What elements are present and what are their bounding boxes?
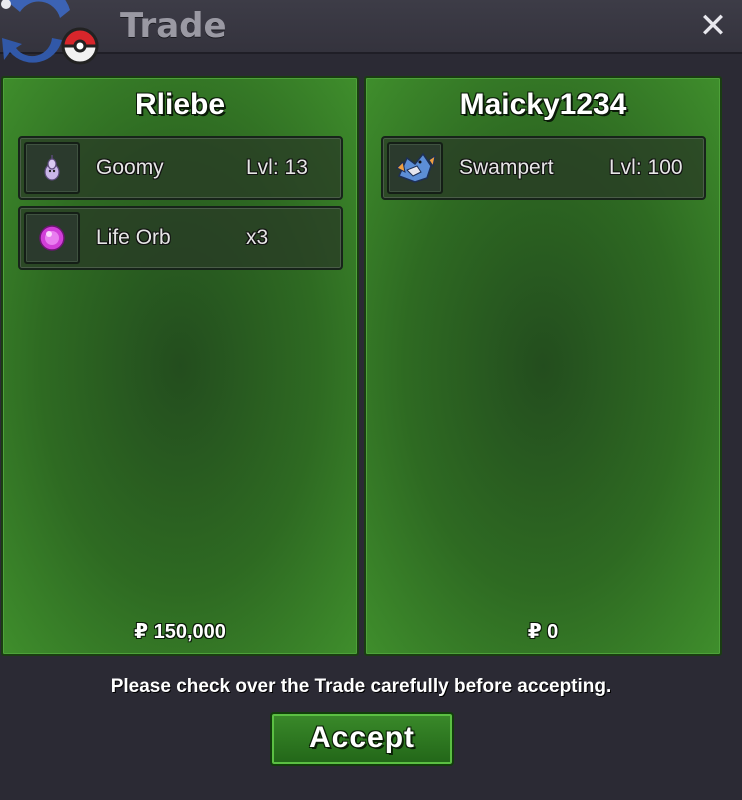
item-level: Lvl: 100 xyxy=(609,156,683,179)
offer-item-row[interactable]: Goomy Lvl: 13 xyxy=(18,136,343,200)
item-name: Swampert xyxy=(459,156,554,179)
accept-button[interactable]: Accept xyxy=(270,712,454,766)
right-offer-panel: Maicky1234 Swampert Lvl: 100 ₽ 0 xyxy=(364,76,722,656)
item-level: Lvl: 13 xyxy=(246,156,308,179)
goomy-sprite-icon xyxy=(24,142,80,194)
left-offer-panel: Rliebe Goomy Lvl: 13 Life Orb x3 ₽ 150,0… xyxy=(1,76,359,656)
offer-item-row[interactable]: Life Orb x3 xyxy=(18,206,343,270)
left-player-name: Rliebe xyxy=(134,88,226,121)
item-name: Goomy xyxy=(96,156,164,179)
trade-notice: Please check over the Trade carefully be… xyxy=(110,676,612,697)
close-icon: ✕ xyxy=(698,6,728,46)
trade-window: Trade ✕ Rliebe Goomy Lvl: 13 Life Orb x3… xyxy=(0,0,742,800)
right-money-amount: ₽ 0 xyxy=(527,621,559,643)
close-button[interactable]: ✕ xyxy=(696,9,730,43)
right-player-name: Maicky1234 xyxy=(459,88,627,121)
offer-item-row[interactable]: Swampert Lvl: 100 xyxy=(381,136,706,200)
title-bar: Trade ✕ xyxy=(0,0,742,65)
swampert-sprite-icon xyxy=(387,142,443,194)
window-title: Trade xyxy=(120,6,227,46)
item-quantity: x3 xyxy=(246,226,269,249)
item-name: Life Orb xyxy=(96,226,171,249)
left-money-amount: ₽ 150,000 xyxy=(134,621,226,643)
life-orb-icon xyxy=(24,212,80,264)
trade-logo-icon xyxy=(1,0,99,65)
